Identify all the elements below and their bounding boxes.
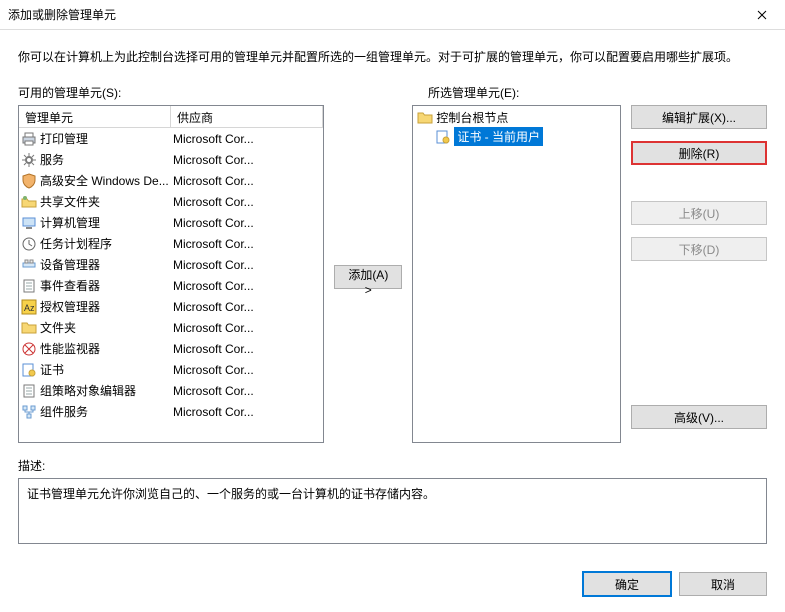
list-item[interactable]: 组策略对象编辑器 Microsoft Cor... — [19, 380, 323, 401]
window-title: 添加或删除管理单元 — [8, 6, 116, 23]
list-item-name: 任务计划程序 — [40, 235, 112, 252]
clock-icon — [21, 236, 37, 252]
list-item-vendor: Microsoft Cor... — [171, 237, 321, 251]
computer-mgmt-icon — [21, 215, 37, 231]
list-item-name: 文件夹 — [40, 319, 76, 336]
tree-item-cert[interactable]: 证书 - 当前用户 — [413, 127, 620, 146]
list-item-name: 高级安全 Windows De... — [40, 172, 169, 189]
title-bar: 添加或删除管理单元 — [0, 0, 785, 30]
list-item[interactable]: 打印管理 Microsoft Cor... — [19, 128, 323, 149]
list-item-name: 授权管理器 — [40, 298, 100, 315]
component-svc-icon — [21, 404, 37, 420]
header-snapin[interactable]: 管理单元 — [19, 106, 171, 127]
list-item-name: 事件查看器 — [40, 277, 100, 294]
list-item-vendor: Microsoft Cor... — [171, 195, 321, 209]
list-item-name: 性能监视器 — [40, 340, 100, 357]
shared-folder-icon — [21, 194, 37, 210]
list-item-vendor: Microsoft Cor... — [171, 153, 321, 167]
list-item[interactable]: 授权管理器 Microsoft Cor... — [19, 296, 323, 317]
list-item[interactable]: 任务计划程序 Microsoft Cor... — [19, 233, 323, 254]
available-label: 可用的管理单元(S): — [18, 84, 338, 101]
list-item[interactable]: 服务 Microsoft Cor... — [19, 149, 323, 170]
perfmon-icon — [21, 341, 37, 357]
list-item-vendor: Microsoft Cor... — [171, 279, 321, 293]
list-item[interactable]: 证书 Microsoft Cor... — [19, 359, 323, 380]
ok-button[interactable]: 确定 — [583, 572, 671, 596]
list-item[interactable]: 设备管理器 Microsoft Cor... — [19, 254, 323, 275]
folder-icon — [21, 320, 37, 336]
tree-item-label: 证书 - 当前用户 — [454, 127, 543, 146]
firewall-icon — [21, 173, 37, 189]
list-item-vendor: Microsoft Cor... — [171, 300, 321, 314]
list-item[interactable]: 共享文件夹 Microsoft Cor... — [19, 191, 323, 212]
list-item[interactable]: 高级安全 Windows De...Microsoft Cor... — [19, 170, 323, 191]
certificate-icon — [435, 129, 451, 145]
remove-button[interactable]: 删除(R) — [631, 141, 767, 165]
list-item-name: 证书 — [40, 361, 64, 378]
description-box: 证书管理单元允许你浏览自己的、一个服务的或一台计算机的证书存储内容。 — [18, 478, 767, 544]
description-label: 描述: — [18, 457, 767, 474]
description-text: 证书管理单元允许你浏览自己的、一个服务的或一台计算机的证书存储内容。 — [27, 487, 435, 501]
list-item-vendor: Microsoft Cor... — [171, 342, 321, 356]
tree-root-label: 控制台根节点 — [436, 109, 508, 126]
available-snapins-list[interactable]: 管理单元 供应商 打印管理 Microsoft Cor... 服务 Microsoft… — [18, 105, 324, 443]
device-mgr-icon — [21, 257, 37, 273]
list-item[interactable]: 文件夹 Microsoft Cor... — [19, 317, 323, 338]
close-button[interactable] — [739, 0, 785, 30]
add-button[interactable]: 添加(A) > — [334, 265, 402, 289]
selected-snapins-tree[interactable]: 控制台根节点 证书 - 当前用户 — [412, 105, 621, 443]
list-item-name: 组件服务 — [40, 403, 88, 420]
certificate-icon — [21, 362, 37, 378]
list-item[interactable]: 计算机管理 Microsoft Cor... — [19, 212, 323, 233]
printer-icon — [21, 131, 37, 147]
list-item-vendor: Microsoft Cor... — [171, 174, 321, 188]
edit-extensions-button[interactable]: 编辑扩展(X)... — [631, 105, 767, 129]
list-item-name: 打印管理 — [40, 130, 88, 147]
cancel-button[interactable]: 取消 — [679, 572, 767, 596]
list-item-name: 组策略对象编辑器 — [40, 382, 136, 399]
list-item-name: 计算机管理 — [40, 214, 100, 231]
list-item-vendor: Microsoft Cor... — [171, 321, 321, 335]
tree-root[interactable]: 控制台根节点 — [413, 108, 620, 127]
list-item-vendor: Microsoft Cor... — [171, 216, 321, 230]
list-item[interactable]: 事件查看器 Microsoft Cor... — [19, 275, 323, 296]
list-item[interactable]: 性能监视器 Microsoft Cor... — [19, 338, 323, 359]
list-item-vendor: Microsoft Cor... — [171, 258, 321, 272]
move-down-button: 下移(D) — [631, 237, 767, 261]
list-item-vendor: Microsoft Cor... — [171, 363, 321, 377]
advanced-button[interactable]: 高级(V)... — [631, 405, 767, 429]
event-viewer-icon — [21, 278, 37, 294]
move-up-button: 上移(U) — [631, 201, 767, 225]
list-item[interactable]: 组件服务 Microsoft Cor... — [19, 401, 323, 422]
list-header: 管理单元 供应商 — [19, 106, 323, 128]
list-item-vendor: Microsoft Cor... — [171, 132, 321, 146]
list-item-name: 设备管理器 — [40, 256, 100, 273]
list-item-vendor: Microsoft Cor... — [171, 384, 321, 398]
gear-icon — [21, 152, 37, 168]
auth-mgr-icon — [21, 299, 37, 315]
folder-icon — [417, 110, 433, 126]
list-item-name: 共享文件夹 — [40, 193, 100, 210]
list-item-name: 服务 — [40, 151, 64, 168]
list-item-vendor: Microsoft Cor... — [171, 405, 321, 419]
selected-label: 所选管理单元(E): — [428, 84, 646, 101]
intro-text: 你可以在计算机上为此控制台选择可用的管理单元并配置所选的一组管理单元。对于可扩展… — [18, 48, 767, 66]
gpo-editor-icon — [21, 383, 37, 399]
close-icon — [757, 10, 767, 20]
header-vendor[interactable]: 供应商 — [171, 106, 323, 127]
